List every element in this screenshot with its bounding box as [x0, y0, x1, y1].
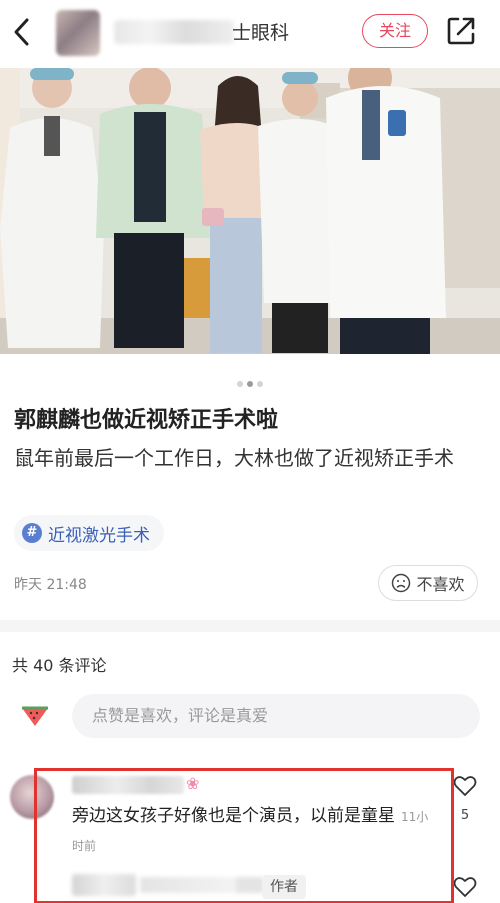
commenter-name-blurred — [72, 776, 184, 794]
author-badge: 作者 — [262, 875, 306, 899]
like-count: 5 — [460, 808, 470, 823]
comment-count: 共 40 条评论 — [12, 656, 107, 675]
author-name[interactable]: 士眼科 — [232, 18, 289, 45]
section-divider — [0, 620, 500, 632]
dislike-label: 不喜欢 — [416, 575, 465, 594]
pager-dot — [257, 381, 263, 387]
back-arrow-icon[interactable] — [8, 14, 36, 50]
reply-name-blurred-2 — [236, 877, 264, 893]
comment-input[interactable]: 点赞是喜欢，评论是真爱 — [72, 694, 480, 738]
pager-dot-active — [247, 381, 253, 387]
reply-name-blurred — [140, 877, 240, 893]
author-name-blurred — [114, 20, 234, 44]
author-avatar[interactable] — [56, 10, 100, 56]
heart-icon[interactable] — [452, 773, 478, 799]
post-date: 昨天 21:48 — [14, 577, 87, 593]
heart-icon[interactable] — [452, 874, 478, 900]
post-photo-illustration — [0, 68, 500, 354]
hashtag-icon: # — [22, 523, 42, 543]
image-pager-dots — [0, 372, 500, 387]
post-title: 郭麒麟也做近视矫正手术啦 — [14, 408, 279, 433]
post-photo[interactable] — [0, 68, 500, 354]
top-bar: 士眼科 关注 — [0, 0, 500, 68]
topic-tag[interactable]: # 近视激光手术 — [14, 515, 164, 551]
pager-dot — [237, 381, 243, 387]
comment-text: 旁边这女孩子好像也是个演员，以前是童星 — [72, 806, 395, 826]
follow-button[interactable]: 关注 — [362, 14, 428, 48]
dislike-button[interactable]: 不喜欢 — [378, 565, 478, 601]
post-body: 鼠年前最后一个工作日，大林也做了近视矫正手术 — [14, 446, 454, 470]
share-icon[interactable] — [444, 14, 478, 48]
sad-face-icon — [392, 573, 411, 593]
commenter-avatar[interactable] — [10, 775, 54, 819]
reply-avatar-blurred — [72, 874, 136, 896]
topic-tag-label: 近视激光手术 — [48, 525, 150, 546]
watermelon-icon — [22, 706, 48, 726]
comment-body: 旁边这女孩子好像也是个演员，以前是童星 11小时前 — [72, 802, 432, 860]
flower-icon: ❀ — [186, 774, 200, 793]
